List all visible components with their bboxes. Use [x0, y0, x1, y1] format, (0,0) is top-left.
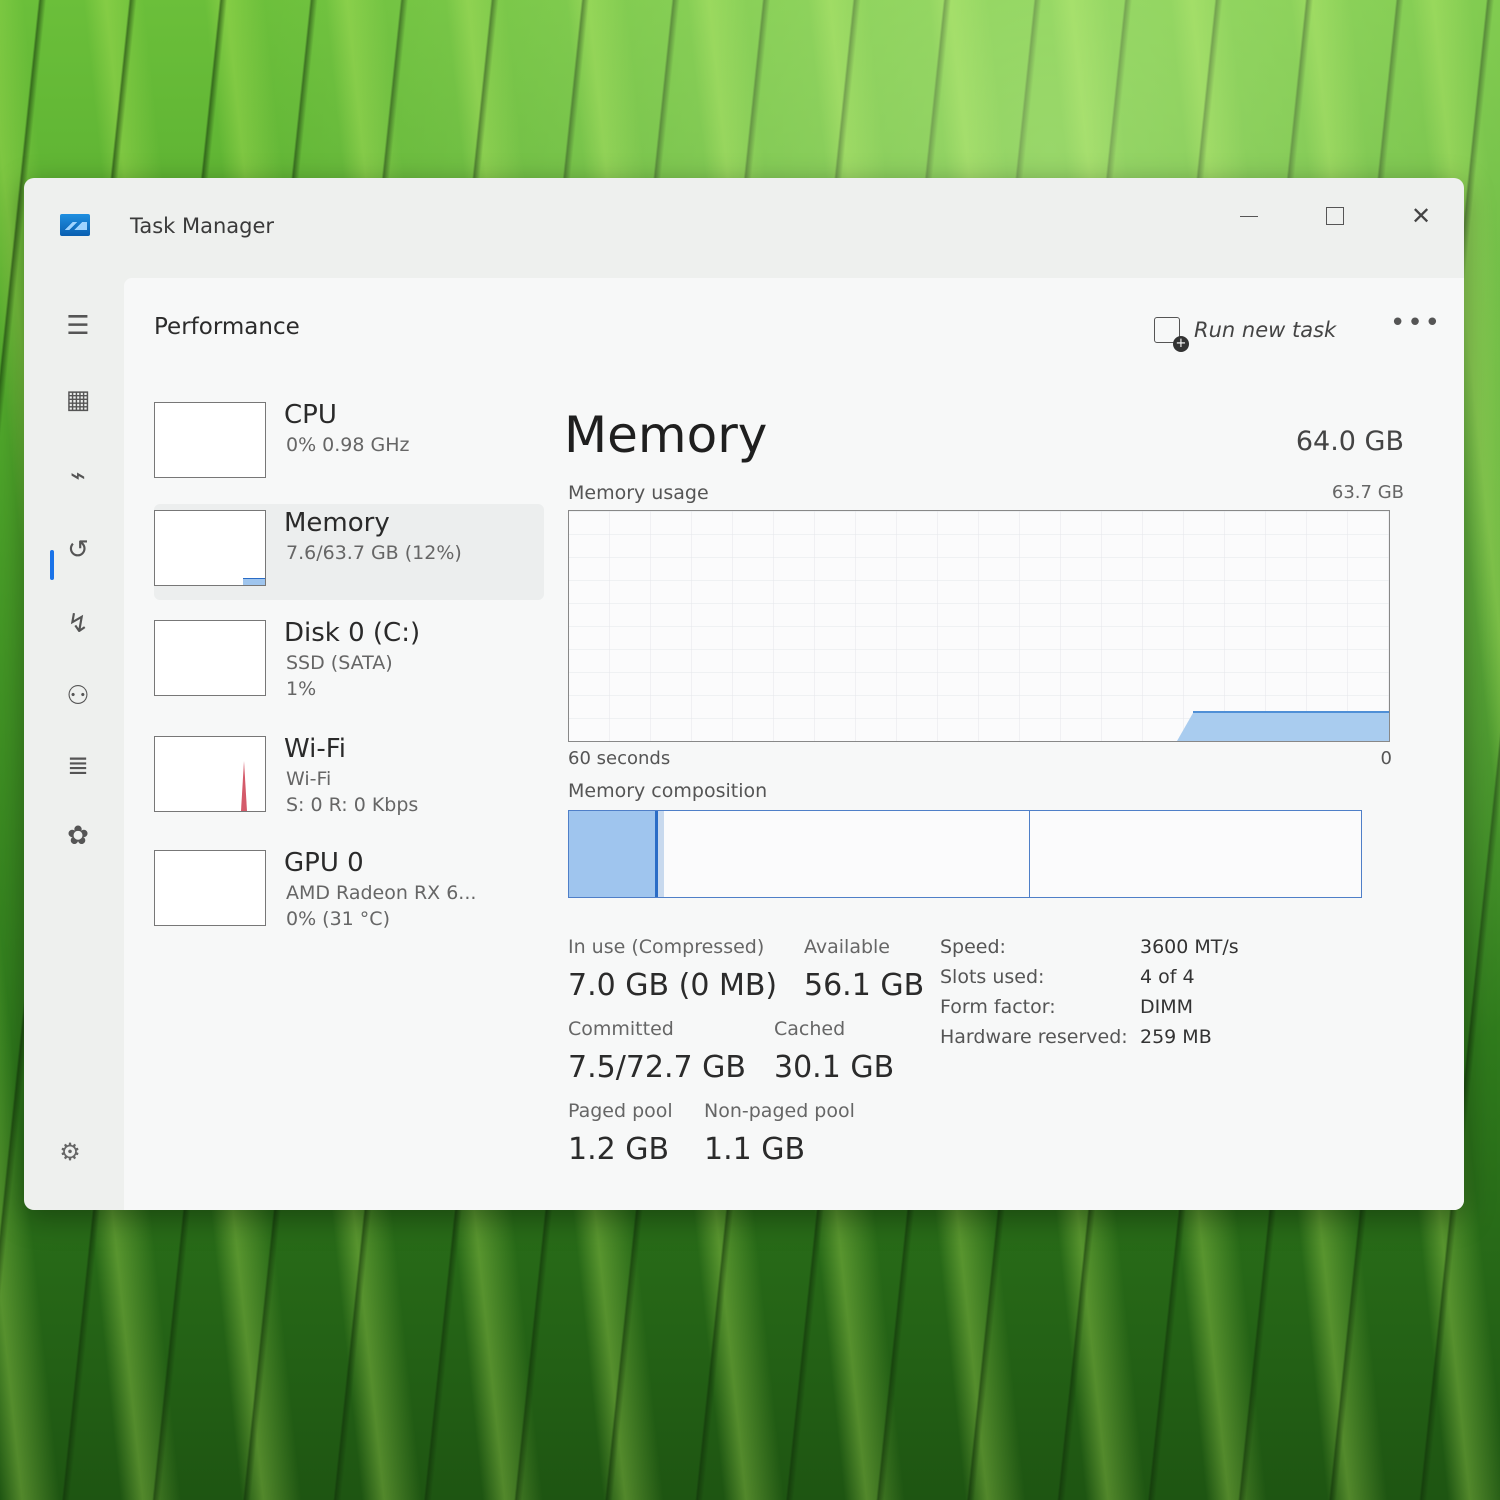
spec-form-factor-value: DIMM — [1140, 996, 1194, 1018]
available-label: Available — [804, 936, 891, 958]
window-title: Task Manager — [130, 214, 275, 238]
spec-slots-value: 4 of 4 — [1140, 966, 1195, 988]
details-icon: ≣ — [67, 751, 89, 781]
device-memory[interactable]: Memory 7.6/63.7 GB (12%) — [154, 504, 544, 600]
task-manager-app-icon — [60, 214, 90, 236]
device-cpu[interactable]: CPU 0% 0.98 GHz — [154, 396, 544, 492]
device-name: CPU — [284, 400, 337, 430]
composition-standby-divider — [1029, 811, 1030, 897]
run-new-task-button[interactable]: Run new task — [1154, 312, 1337, 352]
device-disk[interactable]: Disk 0 (C:) SSD (SATA) 1% — [154, 614, 544, 710]
memory-total: 64.0 GB — [1295, 426, 1404, 457]
memory-usage-graph — [568, 510, 1390, 742]
nav-services[interactable]: ✿ — [56, 814, 100, 858]
maximize-icon — [1326, 207, 1344, 225]
device-detail-2: 1% — [286, 678, 317, 700]
device-name: GPU 0 — [284, 848, 364, 878]
composition-modified — [658, 811, 664, 897]
device-detail: 0% 0.98 GHz — [286, 434, 410, 456]
nav-details[interactable]: ≣ — [56, 744, 100, 788]
device-thumbnail-graph — [154, 510, 266, 586]
spec-slots-label: Slots used: — [940, 966, 1045, 988]
device-detail-2: 0% (31 °C) — [286, 908, 390, 930]
device-thumbnail-graph — [154, 402, 266, 478]
nav-settings[interactable]: ⚙ — [56, 1138, 84, 1166]
performance-icon: ⌁ — [70, 461, 86, 491]
performance-device-list: CPU 0% 0.98 GHz Memory 7.6/63.7 GB (12%)… — [154, 396, 544, 976]
device-detail: SSD (SATA) — [286, 652, 393, 674]
non-paged-pool-label: Non-paged pool — [704, 1100, 855, 1122]
device-thumbnail-graph — [154, 620, 266, 696]
spec-speed-value: 3600 MT/s — [1140, 936, 1239, 958]
users-icon: ⚇ — [66, 681, 90, 711]
device-detail: AMD Radeon RX 6... — [286, 882, 477, 904]
device-detail-2: S: 0 R: 0 Kbps — [286, 794, 419, 816]
device-thumbnail-graph — [154, 850, 266, 926]
memory-panel: Memory 64.0 GB Memory usage 63.7 GB 60 s… — [564, 396, 1444, 1196]
nav-startup-apps[interactable]: ↯ — [56, 602, 100, 646]
device-name: Disk 0 (C:) — [284, 618, 421, 648]
services-icon: ✿ — [67, 821, 89, 851]
app-history-icon: ↺ — [67, 535, 89, 565]
nav-users[interactable]: ⚇ — [56, 674, 100, 718]
nav-hamburger-menu[interactable]: ☰ — [56, 304, 100, 348]
nav-app-history[interactable]: ↺ — [56, 528, 100, 572]
memory-usage-fill — [1193, 711, 1389, 741]
page-title: Performance — [154, 314, 300, 340]
committed-label: Committed — [568, 1018, 674, 1040]
navigation-rail: ☰ ▦ ⌁ ↺ ↯ ⚇ ≣ ✿ ⚙ — [24, 268, 124, 1210]
cached-value: 30.1 GB — [774, 1050, 895, 1085]
nav-processes[interactable]: ▦ — [56, 378, 100, 422]
nav-performance[interactable]: ⌁ — [56, 454, 100, 498]
device-gpu[interactable]: GPU 0 AMD Radeon RX 6... 0% (31 °C) — [154, 844, 544, 940]
device-detail: 7.6/63.7 GB (12%) — [286, 542, 462, 564]
run-new-task-label: Run new task — [1194, 318, 1337, 342]
committed-value: 7.5/72.7 GB — [568, 1050, 746, 1085]
memory-usage-ramp — [1177, 713, 1193, 741]
in-use-label: In use (Compressed) — [568, 936, 765, 958]
device-detail: Wi-Fi — [286, 768, 332, 790]
composition-in-use — [569, 811, 658, 897]
device-name: Memory — [284, 508, 390, 538]
memory-composition-label: Memory composition — [568, 780, 768, 802]
maximize-button[interactable] — [1300, 192, 1370, 240]
memory-usage-max: 63.7 GB — [1331, 482, 1404, 503]
title-bar[interactable]: Task Manager ✕ — [24, 178, 1464, 268]
processes-icon: ▦ — [65, 385, 91, 415]
memory-usage-label: Memory usage — [568, 482, 709, 504]
task-manager-window: Task Manager ✕ ☰ ▦ ⌁ ↺ ↯ ⚇ ≣ ✿ ⚙ Perform… — [24, 178, 1464, 1210]
device-wifi[interactable]: Wi-Fi Wi-Fi S: 0 R: 0 Kbps — [154, 730, 544, 826]
memory-title: Memory — [564, 406, 768, 464]
spec-hardware-reserved-label: Hardware reserved: — [940, 1026, 1128, 1048]
graph-time-axis-end: 0 — [1380, 748, 1392, 769]
memory-composition-bar[interactable] — [568, 810, 1362, 898]
minimize-icon — [1240, 215, 1258, 217]
run-task-icon — [1154, 317, 1189, 352]
nav-active-indicator — [50, 550, 54, 580]
paged-pool-value: 1.2 GB — [568, 1132, 670, 1167]
close-icon: ✕ — [1410, 202, 1432, 230]
cached-label: Cached — [774, 1018, 846, 1040]
spec-hardware-reserved-value: 259 MB — [1140, 1026, 1212, 1048]
spec-form-factor-label: Form factor: — [940, 996, 1056, 1018]
main-content: Performance Run new task ••• CPU 0% 0.98… — [124, 278, 1464, 1210]
hamburger-menu-icon: ☰ — [66, 311, 90, 341]
more-options-button[interactable]: ••• — [1390, 308, 1442, 338]
startup-apps-icon: ↯ — [67, 609, 89, 639]
non-paged-pool-value: 1.1 GB — [704, 1132, 806, 1167]
gear-icon: ⚙ — [59, 1138, 81, 1166]
in-use-value: 7.0 GB (0 MB) — [568, 968, 778, 1003]
graph-time-axis-label: 60 seconds — [568, 748, 671, 769]
spec-speed-label: Speed: — [940, 936, 1006, 958]
device-name: Wi-Fi — [284, 734, 347, 764]
available-value: 56.1 GB — [804, 968, 925, 1003]
close-button[interactable]: ✕ — [1386, 192, 1456, 240]
device-thumbnail-graph — [154, 736, 266, 812]
minimize-button[interactable] — [1214, 192, 1284, 240]
paged-pool-label: Paged pool — [568, 1100, 673, 1122]
